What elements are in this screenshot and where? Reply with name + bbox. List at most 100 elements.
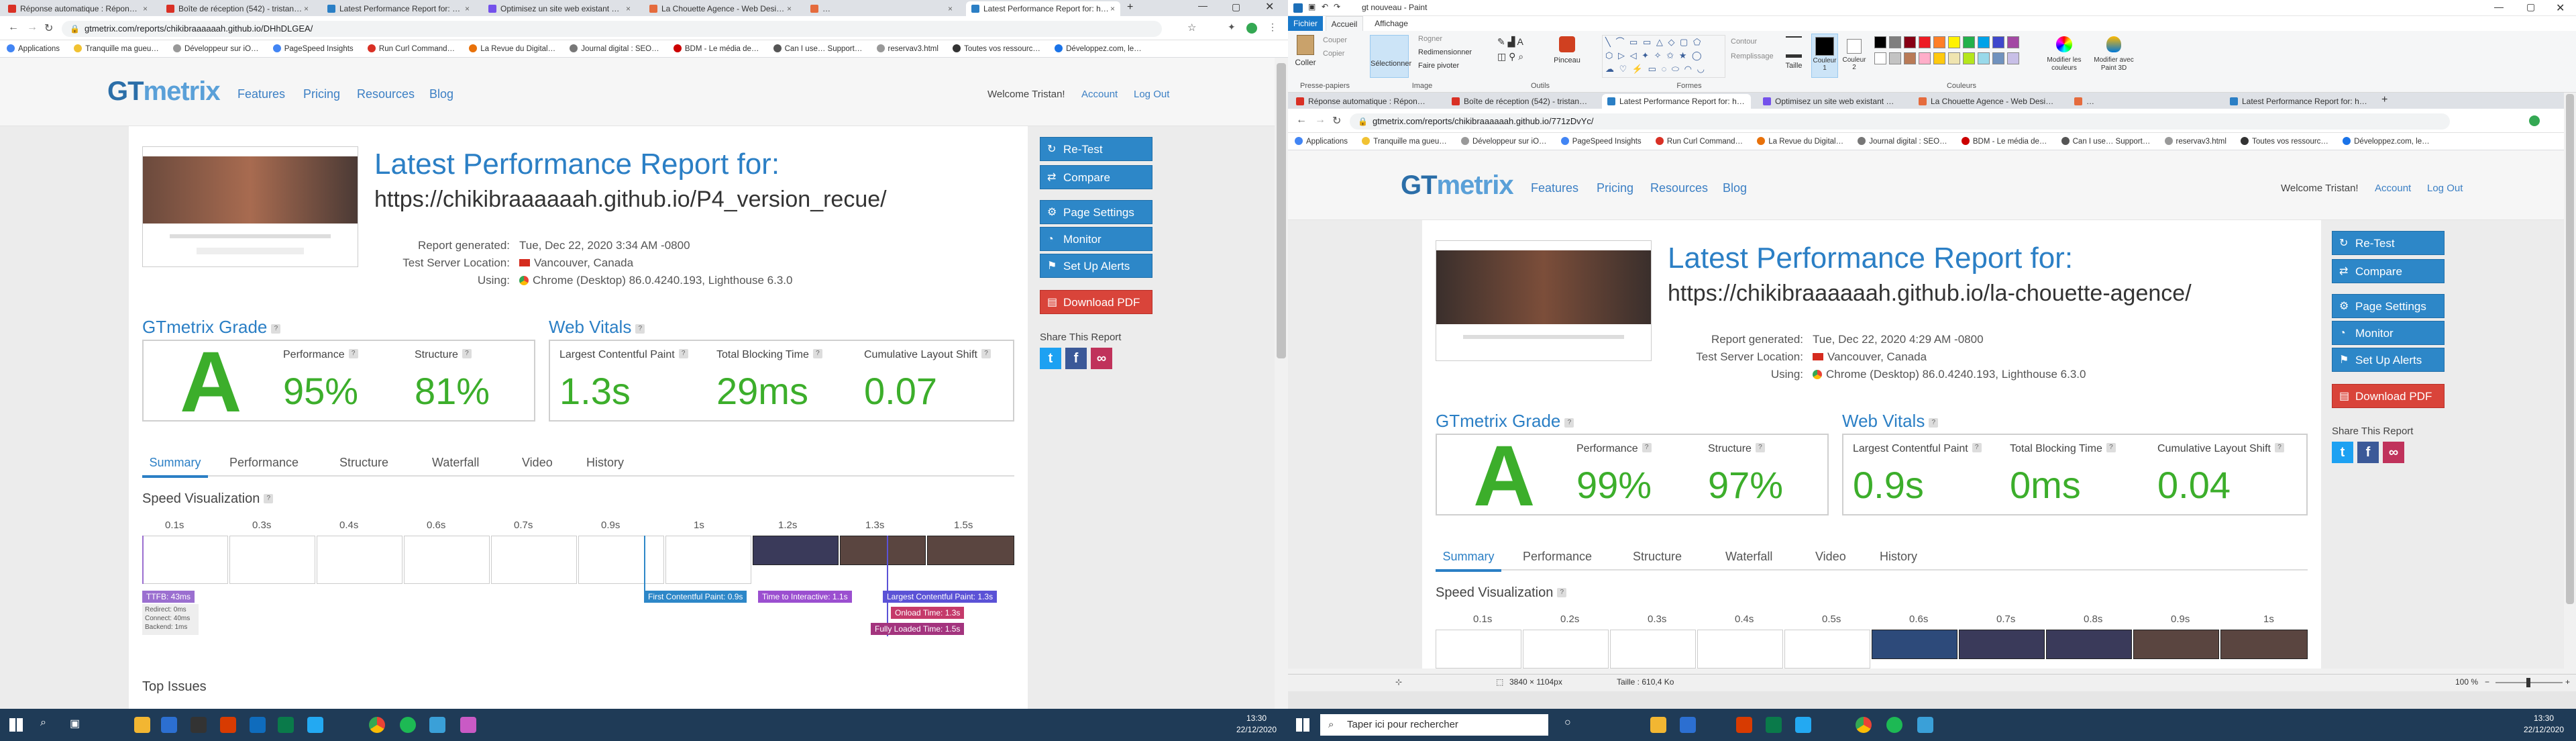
filmstrip-frame[interactable] [753,536,839,565]
alerts-button[interactable]: ⚑ Set Up Alerts [2332,348,2445,372]
filmstrip-frame[interactable] [927,536,1014,565]
bookmark-item[interactable]: Applications [7,40,60,57]
right-tab-1[interactable]: Réponse automatique : Répon… [1291,94,1440,109]
left-tab-7[interactable]: Latest Performance Report for: h… × [966,1,1120,16]
window-close-icon[interactable]: ✕ [1265,0,1274,13]
back-icon[interactable]: ← [1296,114,1307,126]
tab-video[interactable]: Video [522,450,553,475]
taskbar-clock[interactable]: 13:30 22/12/2020 [2520,713,2568,736]
bookmark-item[interactable]: Journal digital : SEO… [570,40,659,57]
retest-button[interactable]: ↻ Re-Test [2332,231,2445,255]
left-tab-5[interactable]: La Chouette Agence - Web Desi… × [644,1,797,16]
app-icon[interactable] [278,717,294,733]
download-pdf-button[interactable]: ▤ Download PDF [1040,290,1152,314]
nav-pricing[interactable]: Pricing [1597,181,1633,195]
app-icon[interactable] [1680,717,1696,733]
bookmark-item[interactable]: Toutes vos ressourc… [2241,133,2328,150]
help-icon[interactable]: ? [264,494,274,503]
pencil-tool-icon[interactable]: ✎ ▟ A [1497,36,1523,48]
color-swatch[interactable] [1874,36,1886,48]
redo-icon[interactable]: ↷ [1334,2,1340,11]
tab-summary[interactable]: Summary [1436,544,1501,572]
twitter-icon[interactable]: t [2332,442,2353,463]
spotify-icon[interactable] [1886,717,1902,733]
app-icon[interactable] [161,717,177,733]
explorer-icon[interactable] [134,717,150,733]
chrome-icon[interactable] [1856,717,1872,733]
color-swatch[interactable] [1963,36,1975,48]
cut-button[interactable]: Couper [1323,36,1347,44]
fill-dropdown[interactable]: Remplissage [1731,52,1774,60]
bookmark-item[interactable]: Développeur sur iO… [1460,133,1547,150]
menu-view[interactable]: Affichage [1370,16,1413,31]
app-icon[interactable] [1766,717,1782,733]
bookmark-item[interactable]: Can I use… Support… [2061,133,2150,150]
close-icon[interactable]: × [465,1,470,16]
forward-icon[interactable]: → [27,21,38,34]
account-link[interactable]: Account [1081,89,1118,100]
left-tab-3[interactable]: Latest Performance Report for: … × [322,1,475,16]
help-icon[interactable]: ? [271,324,281,334]
color-swatch[interactable] [1874,52,1886,64]
window-close-icon[interactable]: ✕ [2556,1,2565,15]
right-tab-3[interactable]: Latest Performance Report for: h… [1602,94,1751,109]
tab-performance[interactable]: Performance [1523,544,1592,569]
filmstrip-frame[interactable] [2220,630,2308,659]
retest-button[interactable]: ↻ Re-Test [1040,137,1152,161]
right-tab-5[interactable]: La Chouette Agence - Web Desi… [1913,94,2062,109]
tab-structure[interactable]: Structure [339,450,388,475]
facebook-icon[interactable]: f [2357,442,2379,463]
gtmetrix-logo[interactable]: GTmetrix [107,77,221,107]
taskbar-clock[interactable]: 13:30 22/12/2020 [1233,713,1280,736]
page-settings-button[interactable]: ⚙ Page Settings [2332,294,2445,318]
vscode-icon[interactable] [307,717,323,733]
link-icon[interactable]: ∞ [2383,442,2404,463]
resize-button[interactable]: Redimensionner [1418,48,1472,56]
help-icon[interactable]: ? [1557,588,1567,597]
bookmark-item[interactable]: Run Curl Command… [367,40,455,57]
color-swatch[interactable] [2007,36,2019,48]
copy-button[interactable]: Copier [1323,50,1344,58]
color-swatch[interactable] [1919,36,1931,48]
color-swatch[interactable] [1933,36,1945,48]
cortana-icon[interactable]: ○ [1564,717,1571,729]
bookmark-item[interactable]: La Revue du Digital… [1757,133,1843,150]
size-button[interactable]: Taille [1780,35,1807,78]
color-swatch[interactable] [1978,36,1990,48]
minimize-icon[interactable]: — [2494,1,2504,12]
back-icon[interactable]: ← [8,21,19,34]
tab-waterfall[interactable]: Waterfall [432,450,479,475]
monitor-button[interactable]: ◔ Monitor [2332,321,2445,345]
close-icon[interactable]: × [626,1,631,16]
star-icon[interactable]: ☆ [1187,21,1196,34]
left-tab-6[interactable]: … × [805,1,958,16]
logout-link[interactable]: Log Out [2427,183,2463,194]
color-swatch[interactable] [1889,52,1901,64]
minimize-icon[interactable]: — [1198,0,1208,11]
menu-home[interactable]: Accueil [1326,16,1363,31]
forward-icon[interactable]: → [1315,114,1326,126]
color-swatch[interactable] [1948,52,1960,64]
extension-icon[interactable]: ✦ [1228,21,1236,33]
left-tab-1[interactable]: Réponse automatique : Répon… × [3,1,153,16]
bookmark-item[interactable]: PageSpeed Insights [272,40,354,57]
nav-features[interactable]: Features [237,87,285,101]
download-pdf-button[interactable]: ▤ Download PDF [2332,384,2445,408]
filmstrip-frame[interactable] [840,536,926,565]
crop-button[interactable]: Rogner [1418,35,1442,43]
profile-avatar[interactable] [2529,115,2540,126]
select-button[interactable]: Sélectionner [1370,35,1411,78]
url-field[interactable]: 🔒 gtmetrix.com/reports/chikibraaaaaah.git… [1350,113,2450,130]
undo-icon[interactable]: ↶ [1322,2,1328,11]
close-icon[interactable]: × [304,1,309,16]
color-swatch[interactable] [1889,36,1901,48]
left-scrollbar[interactable] [1275,58,1288,709]
help-icon[interactable]: ? [1929,418,1939,428]
right-tab-6[interactable]: … [2069,94,2218,109]
bookmark-item[interactable]: Can I use… Support… [773,40,862,57]
color-swatch[interactable] [1992,52,2004,64]
bookmark-item[interactable]: reservav3.html [876,40,938,57]
right-tab-2[interactable]: Boîte de réception (542) - tristan… [1446,94,1595,109]
paste-button[interactable]: Coller [1292,35,1319,78]
menu-icon[interactable]: ⋮ [1268,21,1277,33]
